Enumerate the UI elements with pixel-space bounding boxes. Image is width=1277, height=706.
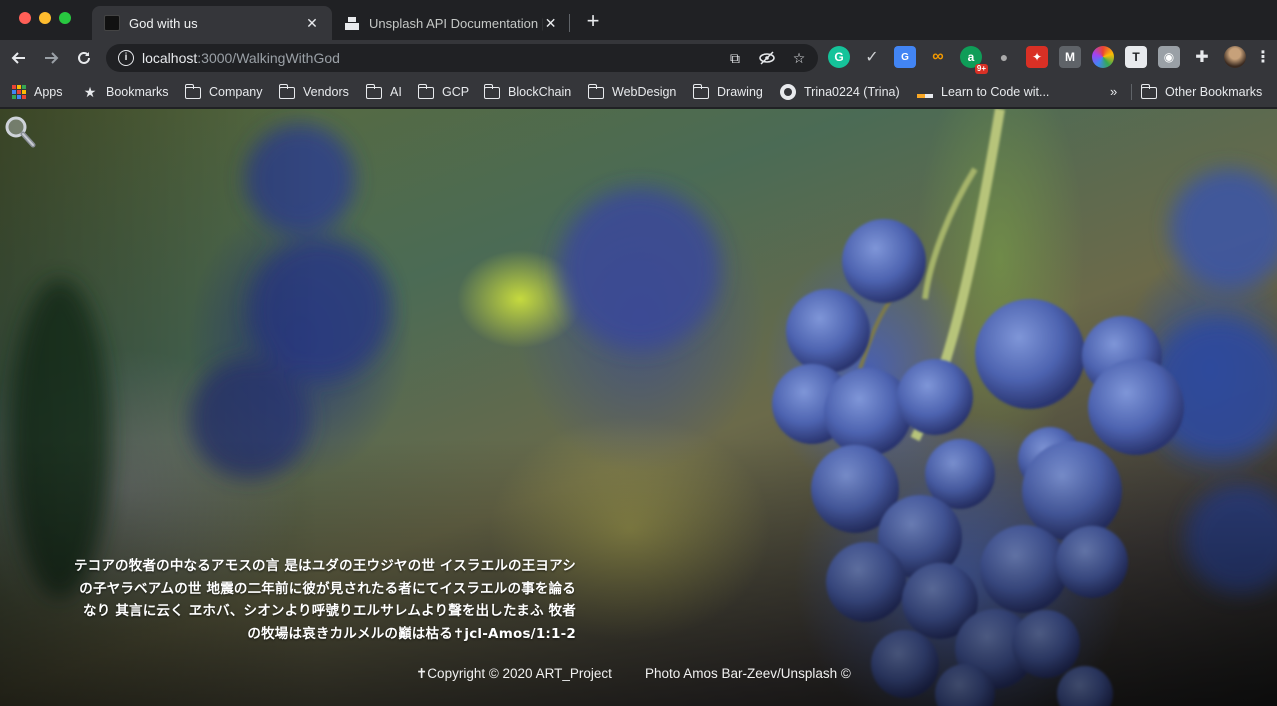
bookmark-learn-to-code[interactable]: Learn to Code wit... (917, 76, 1049, 108)
new-tab-button[interactable]: + (582, 9, 604, 33)
translate-icon[interactable]: ⧉ (726, 49, 744, 67)
photo-credit-link[interactable]: Photo Amos Bar-Zeev/Unsplash © (645, 666, 851, 681)
reload-icon (78, 51, 90, 64)
infinity-extension-icon[interactable]: ∞ (927, 46, 949, 68)
more-bookmarks-chevron-icon[interactable]: » (1110, 84, 1117, 99)
github-icon (780, 84, 796, 100)
folder-icon (483, 84, 500, 99)
forward-button[interactable] (38, 45, 64, 71)
bookmark-github-trina[interactable]: Trina0224 (Trina) (780, 76, 900, 108)
arrow-right-icon (45, 52, 59, 64)
learn-to-code-icon (917, 94, 933, 98)
close-window-button[interactable] (19, 12, 31, 24)
url-path: :3000/WalkingWithGod (197, 50, 340, 66)
m-extension-icon[interactable]: M (1059, 46, 1081, 68)
tab-unsplash-docs[interactable]: Unsplash API Documentation | F ✕ (332, 6, 570, 40)
bookmark-label: WebDesign (612, 85, 677, 99)
accent-extension-icon[interactable]: a 9+ (960, 46, 988, 74)
grammarly-extension-icon[interactable]: G (828, 46, 850, 68)
page-content: テコアの牧者の中なるアモスの言 是はユダの王ウジヤの世 イスラエルの王ヨアシ の… (0, 109, 1277, 706)
back-button[interactable] (6, 45, 32, 71)
bookmark-other-bookmarks[interactable]: Other Bookmarks (1140, 76, 1263, 108)
scripture-verse: テコアの牧者の中なるアモスの言 是はユダの王ウジヤの世 イスラエルの王ヨアシ の… (56, 555, 576, 645)
apps-icon (12, 85, 26, 99)
google-translate-extension-icon[interactable]: G (894, 46, 916, 68)
minimize-window-button[interactable] (39, 12, 51, 24)
url-host: localhost (142, 50, 198, 66)
bookmark-label: Trina0224 (Trina) (804, 85, 900, 99)
extension-badge: 9+ (974, 64, 988, 74)
tab-title: Unsplash API Documentation | F (369, 15, 544, 31)
folder-icon (587, 84, 604, 99)
unsplash-favicon-icon (344, 15, 360, 31)
star-icon: ★ (83, 84, 97, 100)
verse-line: の子ヤラベアムの世 地震の二年前に彼が見されたる者にてイスラエルの事を論る (79, 580, 576, 597)
folder-icon (184, 84, 201, 99)
tab-title: God with us (129, 15, 198, 31)
bookmark-webdesign[interactable]: WebDesign (587, 76, 677, 108)
extensions-puzzle-icon[interactable]: ✚ (1191, 46, 1213, 68)
tab-close-icon[interactable]: ✕ (304, 15, 320, 32)
t-extension-icon[interactable]: T (1125, 46, 1147, 68)
bookmark-star-icon[interactable]: ☆ (790, 49, 808, 67)
red-extension-icon[interactable]: ✦ (1026, 46, 1048, 68)
folder-icon (692, 84, 709, 99)
bookmark-label: AI (390, 85, 402, 99)
address-bar[interactable]: i localhost:3000/WalkingWithGod ⧉ ☆ (106, 44, 818, 72)
bookmark-vendors[interactable]: Vendors (278, 76, 349, 108)
bookmark-blockchain[interactable]: BlockChain (483, 76, 572, 108)
bookmark-gcp[interactable]: GCP (417, 76, 470, 108)
mouse-extension-icon[interactable]: ● (993, 46, 1015, 68)
bookmarks-divider (1131, 84, 1132, 100)
verse-line: テコアの牧者の中なるアモスの言 是はユダの王ウジヤの世 イスラエルの王ヨアシ (73, 558, 576, 574)
bookmark-label: Other Bookmarks (1165, 85, 1263, 99)
eye-off-icon[interactable] (758, 49, 776, 67)
bookmark-label: Apps (34, 85, 63, 99)
folder-icon (278, 84, 295, 99)
bookmark-label: Vendors (303, 85, 349, 99)
page-favicon-icon (104, 15, 120, 31)
bookmark-bookmarks[interactable]: ★ Bookmarks (82, 76, 169, 108)
color-picker-extension-icon[interactable] (1092, 46, 1114, 68)
folder-icon (417, 84, 434, 99)
copyright-text: ✝Copyright © 2020 ART_Project (416, 666, 612, 681)
tab-god-with-us[interactable]: God with us ✕ (92, 6, 332, 40)
bookmark-label: Drawing (717, 85, 763, 99)
site-info-icon[interactable]: i (118, 50, 134, 66)
checkmark-extension-icon[interactable]: ✓ (861, 46, 883, 68)
browser-toolbar: i localhost:3000/WalkingWithGod ⧉ ☆ G ✓ … (0, 40, 1277, 76)
bookmark-ai[interactable]: AI (365, 76, 402, 108)
bookmark-label: Company (209, 85, 263, 99)
browser-menu-icon[interactable]: ⋮ (1255, 46, 1271, 68)
folder-icon (1140, 84, 1157, 99)
tab-close-icon[interactable]: ✕ (543, 15, 558, 32)
bookmark-label: GCP (442, 85, 470, 99)
profile-avatar[interactable] (1224, 46, 1246, 68)
magnifier-icon (5, 116, 36, 148)
arrow-left-icon (11, 52, 25, 64)
bookmarks-bar: Apps ★ Bookmarks Company Vendors AI GCP … (0, 76, 1277, 108)
gray-extension-icon[interactable]: ◉ (1158, 46, 1180, 68)
verse-line: なり 其言に云く ヱホバ、シオンより呼號りエルサレムより聲を出したまふ 牧者 (83, 603, 576, 619)
folder-icon (365, 84, 382, 99)
bookmark-drawing[interactable]: Drawing (692, 76, 763, 108)
extensions-bar: G ✓ G ∞ a 9+ ● ✦ M T ◉ ✚ ⋮ (828, 46, 1277, 74)
maximize-window-button[interactable] (59, 12, 71, 24)
tab-divider (569, 14, 570, 32)
bookmark-apps[interactable]: Apps (12, 76, 63, 108)
verse-line: の牧場は哀きカルメルの巓は枯る✝jcl-Amos/1:1-2 (247, 625, 576, 642)
bookmark-company[interactable]: Company (184, 76, 263, 108)
reload-button[interactable] (71, 45, 97, 71)
tab-strip: God with us ✕ Unsplash API Documentation… (0, 0, 1277, 40)
bookmark-label: Bookmarks (106, 85, 169, 99)
bookmark-label: Learn to Code wit... (941, 85, 1050, 99)
search-button[interactable] (4, 115, 36, 149)
bookmark-label: BlockChain (508, 85, 572, 99)
